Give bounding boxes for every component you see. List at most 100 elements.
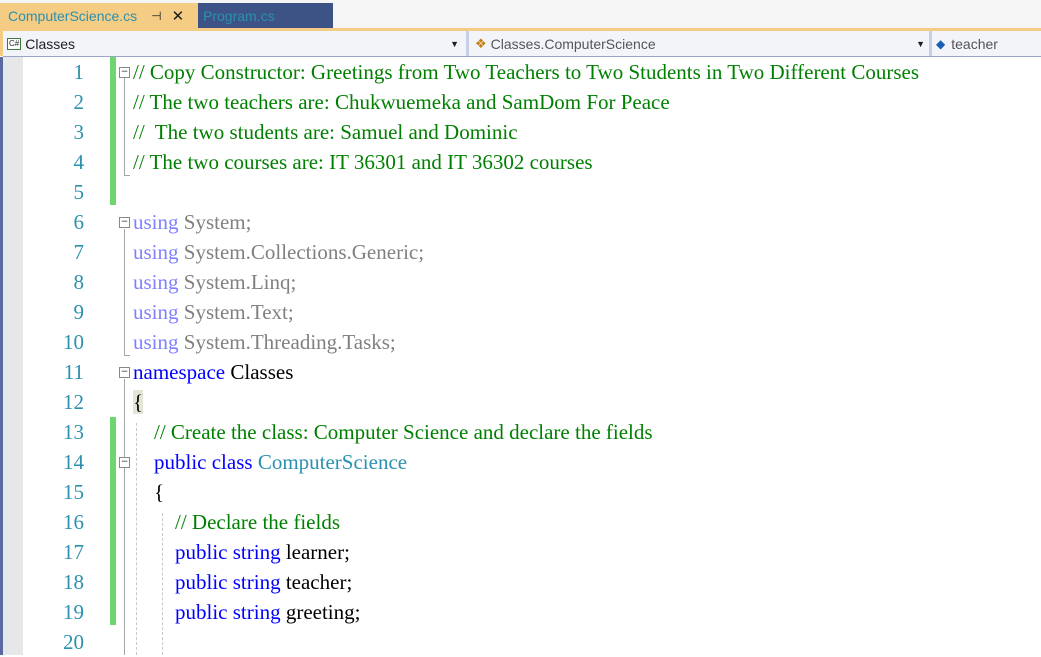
line-number: 4 — [73, 150, 85, 174]
code-text[interactable]: public string teacher; — [133, 567, 352, 597]
code-token: namespace — [133, 360, 226, 384]
member-dropdown[interactable]: ◆ teacher — [934, 31, 1041, 56]
code-text[interactable]: public class ComputerScience — [133, 447, 407, 477]
line-number: 15 — [63, 480, 84, 504]
code-line[interactable]: 7 using System.Collections.Generic; — [0, 237, 1041, 267]
line-number: 19 — [63, 600, 84, 624]
code-line[interactable]: 8 using System.Linq; — [0, 267, 1041, 297]
code-text[interactable]: // Declare the fields — [133, 507, 340, 537]
code-text[interactable]: using System; — [133, 207, 251, 237]
code-text[interactable]: using System.Text; — [133, 297, 294, 327]
code-line[interactable]: 13 // Create the class: Computer Science… — [0, 417, 1041, 447]
tab-label: ComputerScience.cs — [8, 7, 138, 24]
code-token: ComputerScience — [252, 450, 408, 474]
code-token: learner; — [280, 540, 350, 564]
code-text[interactable]: // Copy Constructor: Greetings from Two … — [133, 57, 919, 87]
pin-icon[interactable]: ⊣ — [151, 9, 161, 23]
code-line[interactable]: 6 using System; — [0, 207, 1041, 237]
line-number: 10 — [63, 330, 84, 354]
type-dropdown[interactable]: ❖ Classes.ComputerScience ▼ — [471, 31, 929, 56]
code-token: System.Collections.Generic; — [178, 240, 425, 264]
line-number: 7 — [73, 240, 85, 264]
code-line[interactable]: 3 // The two students are: Samuel and Dom… — [0, 117, 1041, 147]
divider — [929, 31, 932, 56]
code-token: { — [133, 480, 165, 504]
code-token: // Create the class: Computer Science an… — [133, 420, 653, 444]
code-line[interactable]: 12 { — [0, 387, 1041, 417]
csharp-project-icon: C# — [7, 37, 22, 50]
line-number: 5 — [73, 180, 85, 204]
chevron-down-icon[interactable]: ▼ — [450, 39, 459, 49]
project-dropdown[interactable]: C# Classes ▼ — [3, 31, 463, 56]
code-token: public string — [133, 570, 281, 594]
code-token: System.Threading.Tasks; — [178, 330, 396, 354]
code-text[interactable]: using System.Threading.Tasks; — [133, 327, 396, 357]
code-text[interactable]: // Create the class: Computer Science an… — [133, 417, 653, 447]
line-number: 17 — [63, 540, 84, 564]
code-line[interactable]: 9 using System.Text; — [0, 297, 1041, 327]
code-line[interactable]: 17 public string learner; — [0, 537, 1041, 567]
code-text[interactable]: // The two students are: Samuel and Domi… — [133, 117, 518, 147]
line-number: 8 — [73, 270, 85, 294]
code-line[interactable]: 11 namespace Classes — [0, 357, 1041, 387]
tab-computerscience-cs[interactable]: ComputerScience.cs ⊣ ✕ — [0, 3, 198, 28]
tab-label: Program.cs — [203, 7, 275, 24]
line-number: 20 — [63, 630, 84, 654]
line-number: 3 — [73, 120, 85, 144]
code-line[interactable]: 4 // The two courses are: IT 36301 and IT… — [0, 147, 1041, 177]
code-text[interactable]: namespace Classes — [133, 357, 293, 387]
close-icon[interactable]: ✕ — [172, 7, 185, 25]
code-token: using — [133, 330, 179, 354]
code-token: System.Linq; — [178, 270, 297, 294]
line-number: 11 — [63, 360, 84, 384]
line-number: 9 — [73, 300, 85, 324]
code-text[interactable]: // The two courses are: IT 36301 and IT … — [133, 147, 593, 177]
tab-program-cs[interactable]: Program.cs — [198, 3, 333, 28]
code-line[interactable]: 2 // The two teachers are: Chukwuemeka an… — [0, 87, 1041, 117]
line-number: 12 — [63, 390, 84, 414]
member-label: teacher — [951, 35, 998, 52]
code-token: using — [133, 300, 179, 324]
code-text[interactable]: public string greeting; — [133, 597, 360, 627]
line-number: 6 — [73, 210, 85, 234]
type-label: Classes.ComputerScience — [490, 35, 656, 52]
code-text[interactable]: { — [133, 387, 144, 417]
line-number: 16 — [63, 510, 84, 534]
code-line[interactable]: 10 using System.Threading.Tasks; — [0, 327, 1041, 357]
code-line[interactable]: 19 public string greeting; — [0, 597, 1041, 627]
code-editor[interactable]: − − − − 1// Copy Constructor: Greetings … — [0, 57, 1041, 655]
code-token: public string — [133, 540, 281, 564]
class-icon: ❖ — [475, 35, 487, 51]
code-token: Classes — [225, 360, 294, 384]
project-label: Classes — [25, 35, 76, 52]
chevron-down-icon[interactable]: ▼ — [916, 39, 925, 49]
code-token: // The two courses are: IT 36301 and IT … — [133, 150, 593, 174]
code-text[interactable]: using System.Linq; — [133, 267, 296, 297]
code-text[interactable]: using System.Collections.Generic; — [133, 237, 424, 267]
field-icon: ◆ — [936, 36, 946, 51]
code-text[interactable]: public string learner; — [133, 537, 350, 567]
code-line[interactable]: 15 { — [0, 477, 1041, 507]
code-token: { — [133, 390, 144, 414]
code-line[interactable]: 1 // Copy Constructor: Greetings from Two… — [0, 57, 1041, 87]
divider — [466, 31, 469, 56]
code-token: greeting; — [280, 600, 361, 624]
code-token: using — [133, 270, 179, 294]
code-text[interactable]: // The two teachers are: Chukwuemeka and… — [133, 87, 670, 117]
code-line[interactable]: 5 — [0, 177, 1041, 207]
line-number: 2 — [73, 90, 85, 114]
code-line[interactable]: 16 // Declare the fields — [0, 507, 1041, 537]
code-token: System.Text; — [178, 300, 294, 324]
code-token: using — [133, 210, 179, 234]
code-text[interactable]: { — [133, 477, 164, 507]
navigation-bar: C# Classes ▼ ❖ Classes.ComputerScience ▼… — [0, 28, 1041, 57]
code-line[interactable]: 20 — [0, 627, 1041, 657]
code-line[interactable]: 14 public class ComputerScience — [0, 447, 1041, 477]
code-token: teacher; — [280, 570, 353, 594]
code-token: // The two teachers are: Chukwuemeka and… — [133, 90, 670, 114]
line-number: 18 — [63, 570, 84, 594]
code-token: using — [133, 240, 179, 264]
code-line[interactable]: 18 public string teacher; — [0, 567, 1041, 597]
document-tab-bar: ComputerScience.cs ⊣ ✕ Program.cs — [0, 0, 1041, 28]
code-token: // The two students are: Samuel and Domi… — [133, 120, 518, 144]
